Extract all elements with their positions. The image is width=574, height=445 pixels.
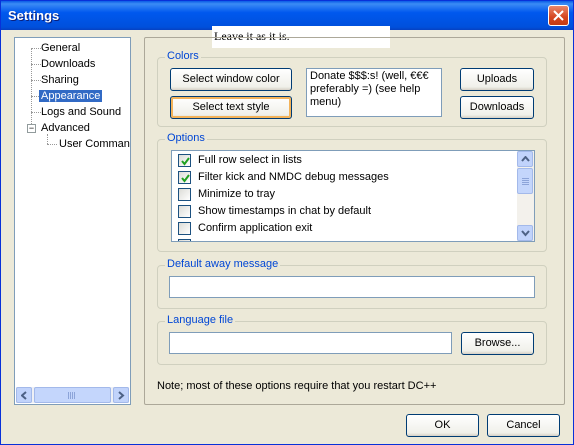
chevron-right-icon [118, 391, 125, 400]
scroll-thumb[interactable] [34, 387, 111, 403]
cancel-button[interactable]: Cancel [487, 414, 560, 437]
settings-window: Settings Leave it as it is. General Down… [0, 0, 574, 445]
away-message-input[interactable] [169, 276, 535, 298]
checkbox[interactable] [178, 222, 191, 235]
chevron-down-icon [521, 230, 530, 237]
checkbox[interactable] [178, 171, 191, 184]
window-title: Settings [8, 8, 60, 23]
collapse-icon[interactable]: − [27, 124, 36, 133]
tree-item-logs-and-sound[interactable]: Logs and Sound [39, 105, 123, 120]
tree-item-sharing[interactable]: Sharing [39, 73, 81, 88]
close-icon [553, 10, 564, 21]
checkbox [178, 239, 191, 241]
checkbox[interactable] [178, 188, 191, 201]
select-window-color-button[interactable]: Select window color [170, 68, 292, 91]
downloads-color-button[interactable]: Downloads [460, 96, 534, 119]
language-file-group-title: Language file [165, 314, 236, 326]
scroll-left-button[interactable] [16, 387, 32, 403]
scroll-thumb[interactable] [517, 168, 533, 194]
ok-button[interactable]: OK [406, 414, 479, 437]
tree-item-user-commands[interactable]: User Commands [57, 137, 130, 152]
away-message-group-title: Default away message [165, 258, 281, 270]
tree-item-advanced[interactable]: Advanced [39, 121, 92, 136]
options-vertical-scrollbar[interactable] [517, 151, 534, 241]
uploads-color-button[interactable]: Uploads [460, 68, 534, 91]
color-preview-box: Donate $$$:s! (well, €€€ preferably =) (… [306, 68, 442, 117]
checkmark-icon [181, 174, 190, 183]
settings-tree[interactable]: General Downloads Sharing Appearance Log… [14, 37, 131, 405]
checkbox[interactable] [178, 205, 191, 218]
colors-group-title: Colors [165, 50, 201, 62]
scroll-down-button[interactable] [517, 225, 533, 241]
checkbox[interactable] [178, 154, 191, 167]
options-list[interactable]: Full row select in lists Filter kick and… [171, 150, 535, 242]
options-group-title: Options [165, 132, 207, 144]
tree-horizontal-scrollbar[interactable] [16, 387, 129, 403]
restart-note: Note; most of these options require that… [157, 380, 437, 392]
scroll-up-button[interactable] [517, 151, 533, 167]
chevron-left-icon [21, 391, 27, 400]
checkmark-icon [181, 157, 190, 166]
tree-item-general[interactable]: General [39, 41, 82, 56]
language-file-input[interactable] [169, 332, 452, 354]
tree-item-appearance[interactable]: Appearance [39, 89, 103, 104]
browse-button[interactable]: Browse... [461, 332, 534, 355]
tree-item-downloads[interactable]: Downloads [39, 57, 97, 72]
select-text-style-button[interactable]: Select text style [170, 96, 292, 119]
scroll-right-button[interactable] [113, 387, 129, 403]
close-button[interactable] [548, 5, 569, 26]
chevron-up-icon [521, 156, 530, 162]
